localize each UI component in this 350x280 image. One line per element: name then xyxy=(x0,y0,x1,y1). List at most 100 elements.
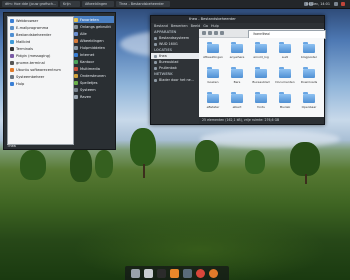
category-item-label: Onlangs gebruikt xyxy=(80,24,111,29)
start-menu-item[interactable]: Systeembeheer xyxy=(8,73,73,80)
chat-icon xyxy=(10,53,14,58)
folder-item[interactable]: blogposter xyxy=(298,42,320,64)
category-item-label: Kantoor xyxy=(80,59,95,64)
folder-item[interactable]: Openbaar xyxy=(298,92,320,114)
folder-icon xyxy=(231,42,243,53)
mail-icon xyxy=(10,39,14,44)
user-icon[interactable] xyxy=(334,2,338,6)
folder-item[interactable]: anywhere xyxy=(226,42,248,64)
start-menu-item[interactable]: Hulp xyxy=(8,80,73,87)
folder-item[interactable]: audi xyxy=(274,42,296,64)
category-item[interactable]: Raven xyxy=(74,93,114,100)
start-menu-item-label: gnome-terminal xyxy=(16,60,45,65)
vlc-icon[interactable] xyxy=(170,269,179,278)
tree xyxy=(245,150,265,174)
folder-item[interactable]: Muziek xyxy=(274,92,296,114)
category-item[interactable]: Favorieten xyxy=(74,16,114,23)
folder-item[interactable]: Bureaublad xyxy=(250,67,272,89)
tree-trunk xyxy=(143,164,145,178)
start-menu-item[interactable]: Ubuntu softwarecentrum xyxy=(8,66,73,73)
folder-label: blogposter xyxy=(300,55,318,59)
folder-icon xyxy=(207,92,219,103)
category-item-label: Alle xyxy=(80,31,87,36)
window-title[interactable]: thea - Bestandsbeheerder xyxy=(151,16,324,23)
globe-icon xyxy=(10,18,14,23)
folder-icon xyxy=(255,92,267,103)
folder-icon[interactable] xyxy=(144,269,153,278)
game-icon xyxy=(74,80,78,85)
tree xyxy=(290,142,320,176)
category-item[interactable]: Spelletjes xyxy=(74,79,114,86)
cloud xyxy=(200,130,340,148)
file-manager-window: thea - Bestandsbeheerder Bestand Bewerken… xyxy=(150,15,326,125)
start-menu-item[interactable]: gnome-terminal xyxy=(8,59,73,66)
terminal-icon[interactable] xyxy=(157,269,166,278)
document-icon xyxy=(74,59,78,64)
start-menu-item[interactable]: Webbrowser xyxy=(8,17,73,24)
folder-item[interactable]: Documenten xyxy=(274,67,296,89)
taskbar-item[interactable]: Afbeeldingen xyxy=(82,1,114,7)
start-menu-item-label: Hulp xyxy=(16,81,25,86)
taskbar-item[interactable]: Krijn xyxy=(60,1,80,7)
trash-icon[interactable] xyxy=(131,269,140,278)
tree xyxy=(70,148,92,182)
power-icon[interactable] xyxy=(341,2,345,6)
category-item[interactable]: Ondersteunen xyxy=(74,72,114,79)
taskbar-item[interactable]: dfm: Hoe dde (jouw grafisch... xyxy=(2,1,58,7)
toolbar xyxy=(199,29,326,39)
sidebar-item-label: WUD 160G xyxy=(159,42,178,46)
forward-icon[interactable] xyxy=(208,31,212,35)
folder-item[interactable]: elbert xyxy=(226,92,248,114)
start-menu-item-label: Terminals xyxy=(16,46,34,51)
folder-view: Afbeeldingen anywhere arnold_log audi blogpo… xyxy=(199,38,324,117)
help-icon xyxy=(10,81,14,86)
folder-icon xyxy=(255,67,267,78)
start-menu-item-label: Webbrowser xyxy=(16,18,39,23)
category-item[interactable]: Multimedia xyxy=(74,65,114,72)
taskbar-item[interactable]: Thea - Bestandsbeheerder xyxy=(116,1,170,7)
sidebar-item-label: Blader door het ne... xyxy=(159,78,194,82)
back-icon[interactable] xyxy=(202,31,206,35)
drive-icon xyxy=(154,36,157,40)
category-item[interactable]: Kantoor xyxy=(74,58,114,65)
start-menu-item[interactable]: Pidgin (messaging) xyxy=(8,52,73,59)
folder-icon xyxy=(303,42,315,53)
start-menu-item-label: Systeembeheer xyxy=(16,74,45,79)
folder-item[interactable]: Afbeeldingen xyxy=(202,42,224,64)
dock xyxy=(125,266,229,280)
folder-icon xyxy=(303,92,315,103)
tree xyxy=(195,140,219,172)
category-item[interactable]: Hulpmiddelen xyxy=(74,44,114,51)
category-item[interactable]: Internet xyxy=(74,51,114,58)
sidebar-item-label: Prullenbak xyxy=(159,66,177,70)
category-item[interactable]: Onlangs gebruikt xyxy=(74,23,114,30)
start-menu: Webbrowser E-mailprogramma Bestandsbeheerd… xyxy=(3,12,116,150)
folder-item[interactable]: fonts xyxy=(250,92,272,114)
folder-item[interactable]: Downloads xyxy=(298,67,320,89)
category-item[interactable]: Systeem xyxy=(74,86,114,93)
firefox-icon[interactable] xyxy=(209,269,218,278)
tools-icon xyxy=(74,45,78,50)
chrome-icon[interactable] xyxy=(196,269,205,278)
clock[interactable]: 04 Dec, 14:01 xyxy=(306,0,330,8)
category-item-label: Ondersteunen xyxy=(80,73,106,78)
folder-icon xyxy=(10,32,14,37)
home-icon[interactable] xyxy=(220,31,224,35)
start-menu-item[interactable]: E-mailprogramma xyxy=(8,24,73,31)
category-item[interactable]: Alle xyxy=(74,30,114,37)
folder-label: Openbaar xyxy=(301,105,317,109)
category-item-label: Multimedia xyxy=(80,66,100,71)
start-menu-item[interactable]: Mailbird xyxy=(8,38,73,45)
help-icon xyxy=(74,73,78,78)
folder-item[interactable]: Bers xyxy=(226,67,248,89)
sidebar-item[interactable]: Blader door het ne... xyxy=(151,77,199,83)
up-icon[interactable] xyxy=(214,31,218,35)
folder-item[interactable]: eBstater xyxy=(202,92,224,114)
category-item[interactable]: Afbeeldingen xyxy=(74,37,114,44)
start-menu-item[interactable]: Terminals xyxy=(8,45,73,52)
folder-icon xyxy=(279,92,291,103)
folder-item[interactable]: arnold_log xyxy=(250,42,272,64)
start-menu-item[interactable]: Bestandsbeheerder xyxy=(8,31,73,38)
media-player-icon[interactable] xyxy=(183,269,192,278)
folder-item[interactable]: boeken xyxy=(202,67,224,89)
